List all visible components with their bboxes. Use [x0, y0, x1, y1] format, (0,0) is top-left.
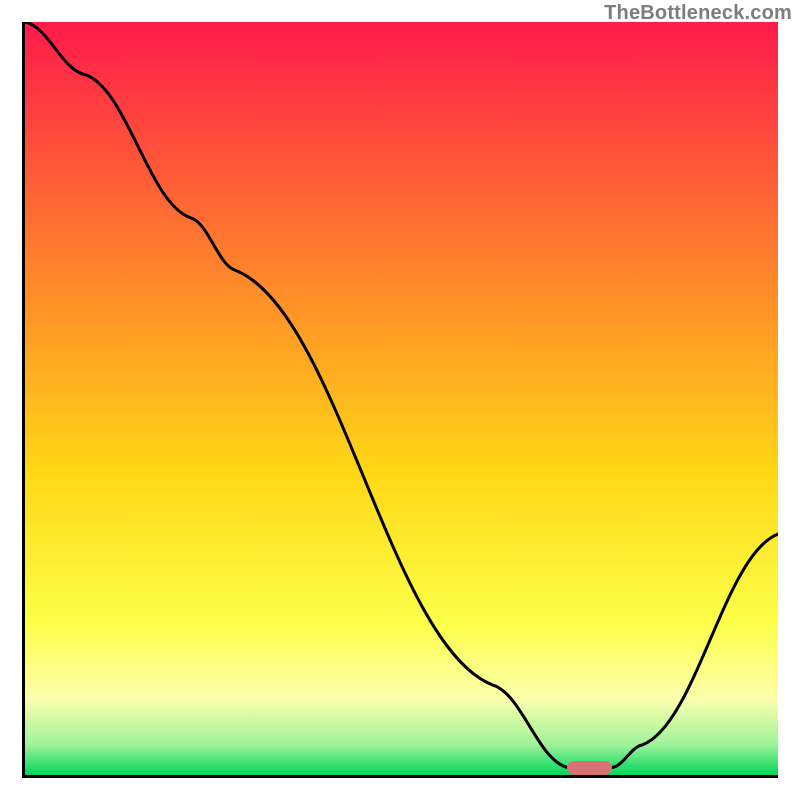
- chart-frame: TheBottleneck.com: [0, 0, 800, 800]
- bottleneck-curve: [25, 22, 778, 775]
- plot-area: [22, 22, 778, 778]
- optimal-marker: [567, 761, 612, 775]
